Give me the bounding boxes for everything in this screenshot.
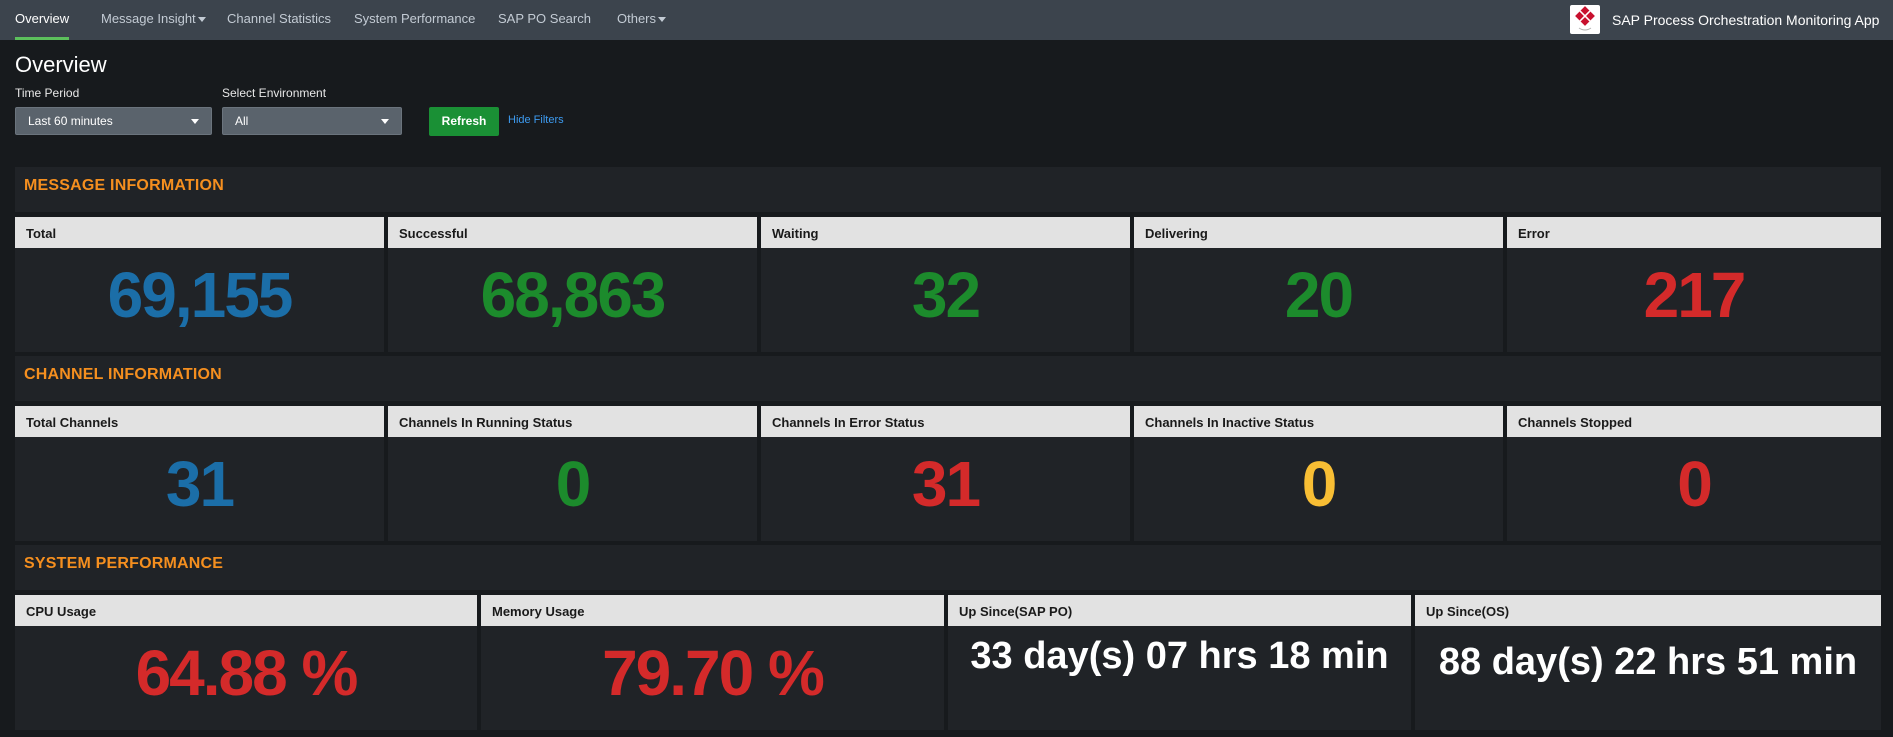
channel-panel-error: Channels In Error Status 31 (761, 406, 1130, 541)
panel-title: Channels In Running Status (388, 406, 757, 437)
panel-title: Waiting (761, 217, 1130, 248)
nav-tab-label: SAP PO Search (498, 11, 591, 26)
environment-select[interactable]: All (222, 107, 402, 135)
message-panel-total: Total 69,155 (15, 217, 384, 352)
panel-value: 69,155 (107, 259, 294, 331)
caret-down-icon (381, 119, 389, 124)
panel-title: Channels Stopped (1507, 406, 1881, 437)
hide-filters-link[interactable]: Hide Filters (508, 114, 564, 126)
message-panel-waiting: Waiting 32 (761, 217, 1130, 352)
panel-value: 68,863 (480, 259, 667, 331)
panel-title: Up Since(SAP PO) (948, 595, 1411, 626)
panel-value: 0 (1301, 448, 1338, 520)
refresh-button[interactable]: Refresh (429, 107, 499, 136)
panel-title: Total Channels (15, 406, 384, 437)
section-title: SYSTEM PERFORMANCE (24, 555, 224, 572)
panel-value: 64.88 % (135, 637, 359, 709)
panel-title: Up Since(OS) (1415, 595, 1881, 626)
nav-tab-label: Others (617, 11, 657, 26)
channel-panel-stopped: Channels Stopped 0 (1507, 406, 1881, 541)
page-title: Overview (15, 52, 107, 77)
system-panel-cpu: CPU Usage 64.88 % (15, 595, 477, 730)
time-period-select[interactable]: Last 60 minutes (15, 107, 212, 135)
system-panel-uptime-sap-po: Up Since(SAP PO) 33 day(s) 07 hrs 18 min (948, 595, 1411, 730)
app-logo-icon (1570, 5, 1600, 34)
panel-title: Delivering (1134, 217, 1503, 248)
nav-tab-system-performance[interactable]: System Performance (354, 0, 475, 40)
message-panel-error: Error 217 (1507, 217, 1881, 352)
nav-tab-label: Channel Statistics (227, 11, 332, 26)
system-section-header: SYSTEM PERFORMANCE (15, 545, 1881, 590)
message-section-header: MESSAGE INFORMATION (15, 167, 1881, 212)
time-period-value: Last 60 minutes (28, 114, 113, 128)
environment-value: All (235, 114, 249, 128)
time-period-label: Time Period (15, 86, 80, 100)
section-title: MESSAGE INFORMATION (24, 177, 224, 194)
section-title: CHANNEL INFORMATION (24, 366, 222, 383)
system-panel-memory: Memory Usage 79.70 % (481, 595, 944, 730)
panel-value: 31 (165, 448, 235, 520)
environment-label: Select Environment (222, 86, 327, 100)
nav-tab-sap-po-search[interactable]: SAP PO Search (498, 0, 591, 40)
panel-title: Error (1507, 217, 1881, 248)
panel-value: 32 (911, 259, 981, 331)
panel-value: 0 (1677, 448, 1713, 520)
panel-title: Channels In Inactive Status (1134, 406, 1503, 437)
panel-value: 217 (1643, 259, 1747, 331)
nav-tab-overview[interactable]: Overview (15, 0, 70, 40)
panel-title: Successful (388, 217, 757, 248)
nav-tab-message-insight[interactable]: Message Insight (101, 0, 206, 40)
panel-value: 88 day(s) 22 hrs 51 min (1438, 641, 1858, 683)
nav-tab-label: Message Insight (101, 11, 196, 26)
channel-section-header: CHANNEL INFORMATION (15, 356, 1881, 401)
nav-tab-label: Overview (15, 11, 70, 26)
panel-title: Channels In Error Status (761, 406, 1130, 437)
panel-value: 33 day(s) 07 hrs 18 min (970, 635, 1389, 677)
panel-title: Memory Usage (481, 595, 944, 626)
system-panel-uptime-os: Up Since(OS) 88 day(s) 22 hrs 51 min (1415, 595, 1881, 730)
caret-down-icon (191, 119, 199, 124)
message-panel-delivering: Delivering 20 (1134, 217, 1503, 352)
panel-title: CPU Usage (15, 595, 477, 626)
caret-down-icon (658, 17, 667, 23)
channel-panel-inactive: Channels In Inactive Status 0 (1134, 406, 1503, 541)
top-nav-bar: Overview Message Insight Channel Statist… (0, 0, 1893, 40)
caret-down-icon (197, 17, 206, 23)
nav-tab-channel-statistics[interactable]: Channel Statistics (227, 0, 331, 40)
app-title: SAP Process Orchestration Monitoring App (1612, 12, 1880, 28)
panel-title: Total (15, 217, 384, 248)
message-panel-successful: Successful 68,863 (388, 217, 757, 352)
panel-value: 0 (555, 448, 592, 520)
panel-value: 79.70 % (602, 637, 825, 709)
panel-value: 31 (911, 448, 981, 520)
nav-tab-others[interactable]: Others (617, 0, 667, 40)
panel-value: 20 (1284, 259, 1354, 331)
channel-panel-running: Channels In Running Status 0 (388, 406, 757, 541)
channel-panel-total: Total Channels 31 (15, 406, 384, 541)
nav-tab-label: System Performance (354, 11, 476, 26)
